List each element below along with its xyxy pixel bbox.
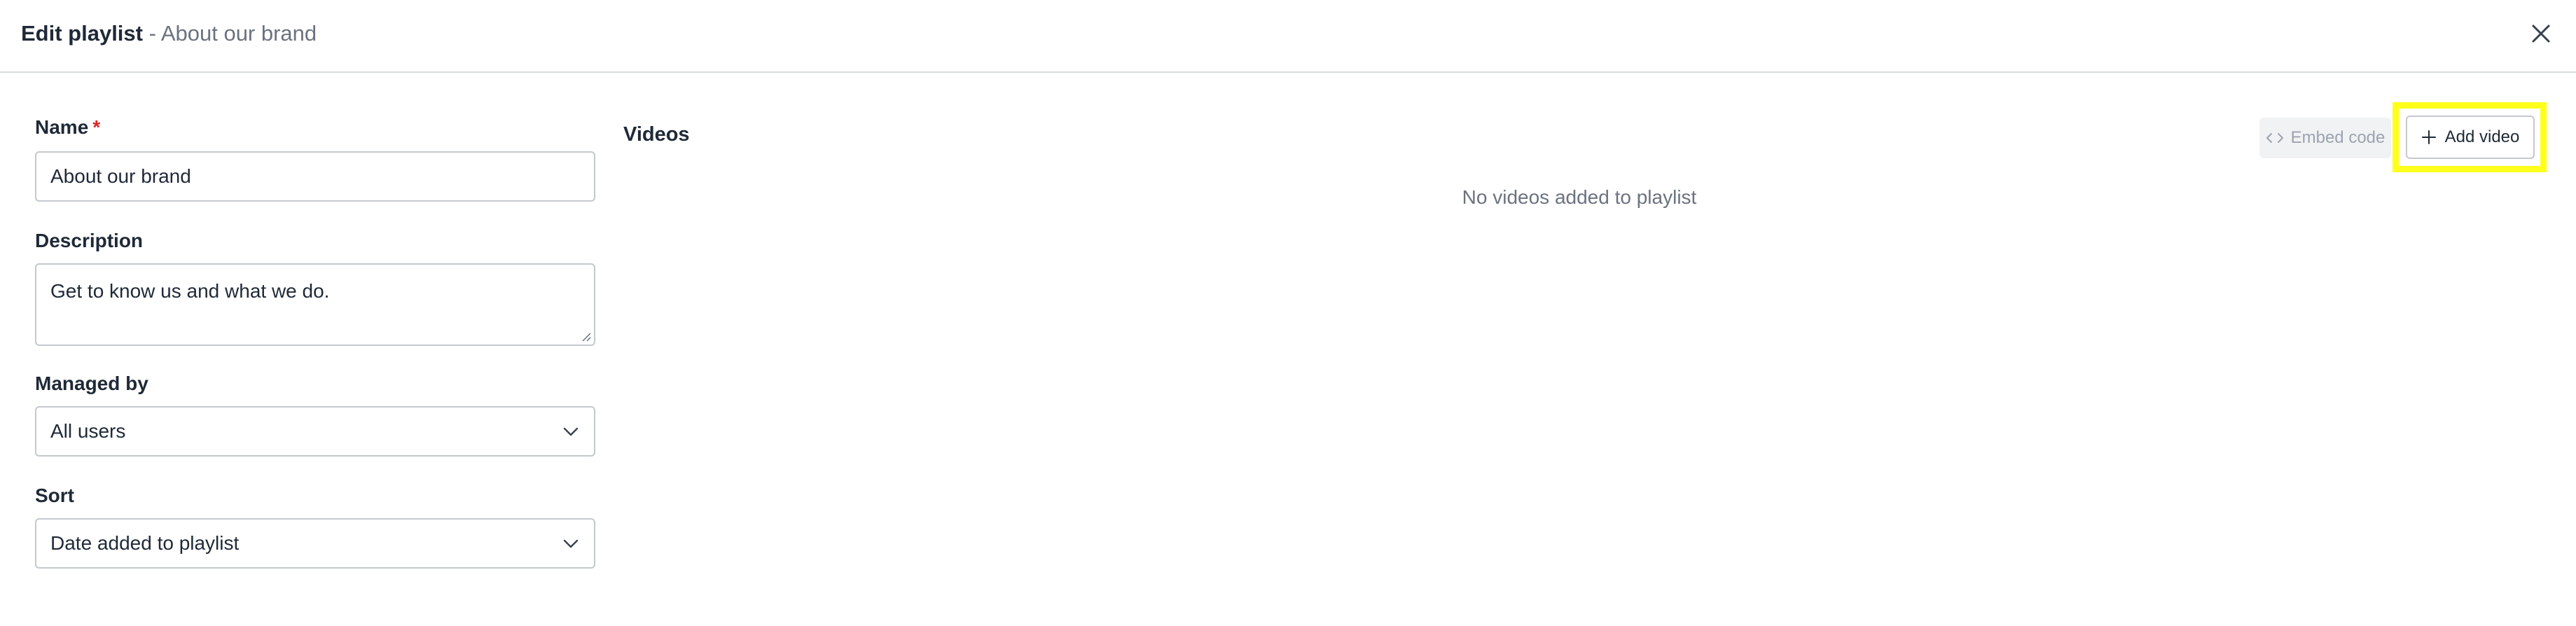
description-field-label: Description: [35, 230, 144, 251]
modal-title-separator: -: [142, 21, 161, 46]
code-icon: [2266, 133, 2283, 143]
name-label-text: Name: [35, 116, 89, 138]
modal-title-main: Edit playlist: [21, 21, 143, 46]
sort-select[interactable]: Date added to playlist: [35, 518, 595, 569]
chevron-down-icon: [563, 539, 579, 548]
videos-empty-message: No videos added to playlist: [1462, 186, 1697, 208]
description-textarea[interactable]: Get to know us and what we do.: [35, 263, 595, 346]
close-button[interactable]: [2527, 20, 2555, 48]
resize-handle-icon[interactable]: [580, 331, 591, 342]
managed-by-field-label: Managed by: [35, 373, 148, 394]
name-field-label: Name *: [35, 115, 100, 140]
sort-selected-value: Date added to playlist: [50, 532, 240, 554]
modal-title-playlist-name: About our brand: [160, 21, 317, 46]
chevron-down-icon: [563, 427, 579, 436]
required-indicator: *: [92, 116, 101, 138]
embed-code-button[interactable]: Embed code: [2259, 118, 2391, 158]
modal-title: Edit playlist - About our brand: [21, 20, 317, 48]
managed-by-selected-value: All users: [50, 420, 126, 442]
name-input-value: About our brand: [50, 165, 191, 187]
edit-playlist-modal: Edit playlist - About our brand Name * Ab…: [0, 0, 2576, 626]
close-icon: [2532, 25, 2550, 43]
name-input[interactable]: About our brand: [35, 151, 595, 202]
embed-code-label: Embed code: [2290, 128, 2385, 147]
modal-header: Edit playlist - About our brand: [0, 0, 2576, 73]
add-video-label: Add video: [2444, 127, 2520, 146]
sort-field-label: Sort: [35, 485, 74, 506]
videos-section-title: Videos: [623, 123, 690, 146]
managed-by-select[interactable]: All users: [35, 406, 595, 457]
description-textarea-value: Get to know us and what we do.: [50, 280, 330, 302]
plus-icon: [2421, 130, 2436, 144]
add-video-button[interactable]: Add video: [2406, 116, 2535, 159]
